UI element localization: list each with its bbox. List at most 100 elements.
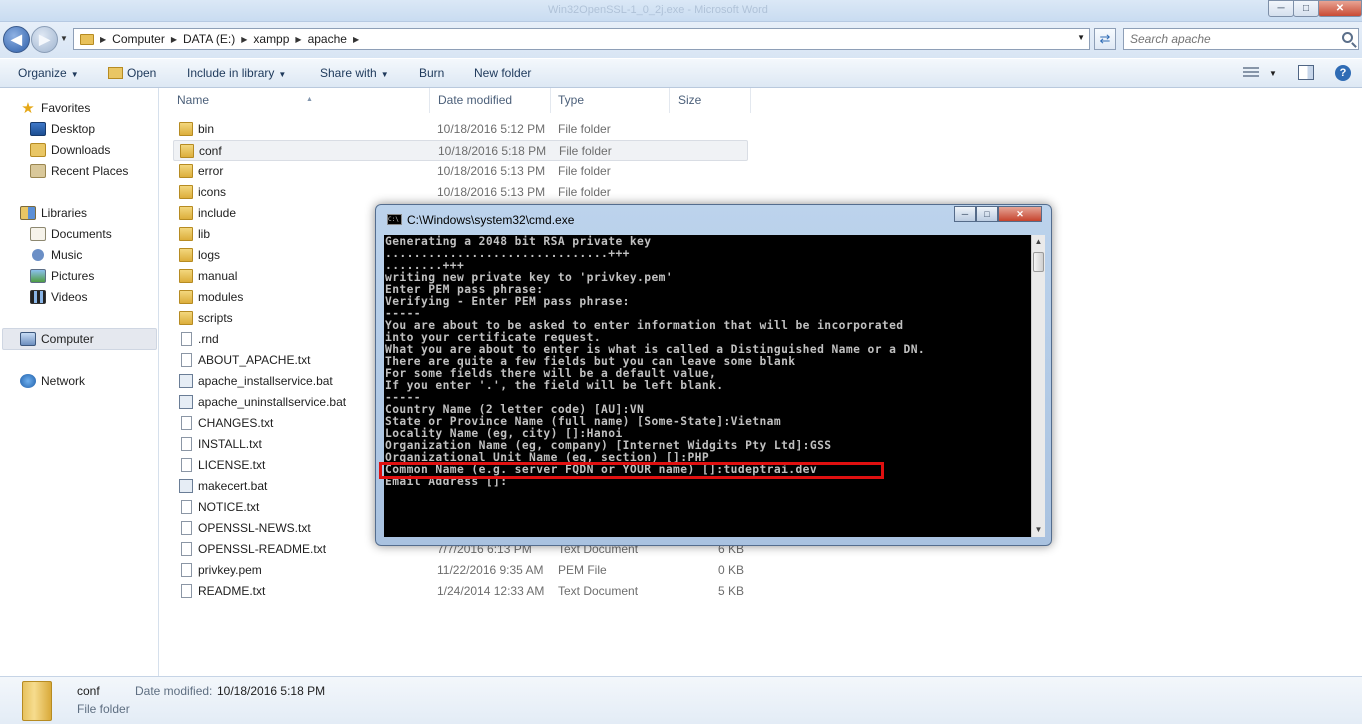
- refresh-button[interactable]: ⇄: [1094, 28, 1116, 50]
- details-type: File folder: [77, 702, 130, 716]
- batch-file-icon: [179, 479, 193, 493]
- folder-icon: [179, 122, 193, 136]
- views-icon[interactable]: [1243, 67, 1259, 79]
- file-name: logs: [198, 248, 221, 262]
- maximize-button[interactable]: □: [1293, 0, 1319, 17]
- chevron-right-icon[interactable]: ▶: [241, 35, 247, 44]
- file-row[interactable]: privkey.pem 11/22/2016 9:35 AM PEM File 0 K…: [173, 560, 748, 581]
- nav-music[interactable]: Music: [30, 244, 82, 265]
- file-row[interactable]: error 10/18/2016 5:13 PM File folder: [173, 161, 748, 182]
- folder-icon: [179, 227, 193, 241]
- file-name: CHANGES.txt: [198, 416, 274, 430]
- column-header-name[interactable]: Name ▲: [169, 88, 430, 113]
- file-date-modified: 10/18/2016 5:18 PM: [438, 144, 547, 158]
- search-input[interactable]: [1130, 32, 1330, 46]
- nav-libraries[interactable]: Libraries: [20, 202, 87, 223]
- navigation-pane: ★ Favorites Desktop Downloads Recent Plac…: [0, 88, 159, 676]
- nav-favorites[interactable]: ★ Favorites: [20, 97, 90, 118]
- open-button[interactable]: Open: [108, 66, 156, 80]
- computer-icon: [20, 331, 36, 346]
- forward-button[interactable]: ▶: [31, 26, 58, 53]
- search-box[interactable]: [1123, 28, 1359, 50]
- cmd-minimize-button[interactable]: ─: [954, 206, 976, 222]
- folder-icon: [80, 33, 94, 45]
- cmd-scrollbar[interactable]: ▲ ▼: [1031, 235, 1045, 537]
- cmd-console[interactable]: Generating a 2048 bit RSA private key...…: [384, 235, 1031, 537]
- chevron-down-icon: ▼: [380, 70, 389, 79]
- nav-videos[interactable]: Videos: [30, 286, 87, 307]
- file-type: File folder: [559, 144, 612, 158]
- scroll-up-icon[interactable]: ▲: [1032, 235, 1045, 249]
- chevron-right-icon[interactable]: ▶: [353, 35, 359, 44]
- scroll-down-icon[interactable]: ▼: [1032, 523, 1045, 537]
- libraries-icon: [20, 205, 36, 220]
- music-icon: [32, 248, 44, 261]
- command-bar: Organize ▼ Open Include in library ▼ Share…: [0, 58, 1362, 88]
- file-row[interactable]: README.txt 1/24/2014 12:33 AM Text Documen…: [173, 581, 748, 602]
- recent-pages-dropdown-icon[interactable]: ▼: [60, 34, 68, 43]
- search-icon[interactable]: [1342, 32, 1353, 43]
- breadcrumb-computer[interactable]: Computer: [112, 32, 165, 46]
- file-type: File folder: [558, 122, 611, 136]
- file-row[interactable]: bin 10/18/2016 5:12 PM File folder: [173, 119, 748, 140]
- file-date-modified: 10/18/2016 5:12 PM: [437, 122, 546, 136]
- chevron-right-icon[interactable]: ▶: [295, 35, 301, 44]
- nav-recent-places-label: Recent Places: [51, 163, 129, 178]
- file-name: README.txt: [198, 584, 266, 598]
- column-header-type[interactable]: Type: [550, 88, 670, 113]
- downloads-icon: [30, 142, 46, 157]
- file-name: OPENSSL-README.txt: [198, 542, 327, 556]
- include-in-library-menu[interactable]: Include in library ▼: [187, 66, 286, 80]
- file-name: scripts: [198, 311, 233, 325]
- cmd-line: ...............................+++: [385, 247, 630, 260]
- scroll-thumb[interactable]: [1033, 252, 1044, 272]
- nav-pictures[interactable]: Pictures: [30, 265, 94, 286]
- column-header-size[interactable]: Size: [670, 88, 751, 113]
- folder-icon: [179, 185, 193, 199]
- file-icon: [181, 437, 192, 451]
- burn-button[interactable]: Burn: [419, 66, 444, 80]
- file-row[interactable]: conf 10/18/2016 5:18 PM File folder: [173, 140, 748, 161]
- sort-ascending-icon: ▲: [306, 96, 313, 103]
- chevron-right-icon[interactable]: ▶: [171, 35, 177, 44]
- file-row[interactable]: icons 10/18/2016 5:13 PM File folder: [173, 182, 748, 203]
- cmd-line: If you enter '.', the field will be left…: [385, 379, 724, 392]
- back-button[interactable]: ◀: [3, 26, 30, 53]
- views-dropdown-icon[interactable]: ▼: [1269, 69, 1277, 78]
- nav-documents[interactable]: Documents: [30, 223, 112, 244]
- file-name: NOTICE.txt: [198, 500, 260, 514]
- cmd-close-button[interactable]: ✕: [998, 206, 1042, 222]
- details-date-label: Date modified:: [135, 684, 213, 698]
- address-history-dropdown-icon[interactable]: ▼: [1077, 33, 1085, 42]
- minimize-button[interactable]: ─: [1268, 0, 1294, 17]
- address-bar[interactable]: ▶ Computer ▶ DATA (E:) ▶ xampp ▶ apache …: [73, 28, 1090, 50]
- file-date-modified: 10/18/2016 5:13 PM: [437, 164, 546, 178]
- file-icon: [181, 332, 192, 346]
- breadcrumb-data-drive[interactable]: DATA (E:): [183, 32, 235, 46]
- breadcrumb-xampp[interactable]: xampp: [253, 32, 289, 46]
- share-with-menu[interactable]: Share with ▼: [320, 66, 389, 80]
- batch-file-icon: [179, 374, 193, 388]
- file-name: LICENSE.txt: [198, 458, 266, 472]
- chevron-right-icon[interactable]: ▶: [100, 35, 106, 44]
- nav-downloads[interactable]: Downloads: [30, 139, 110, 160]
- nav-recent-places[interactable]: Recent Places: [30, 160, 128, 181]
- organize-menu[interactable]: Organize ▼: [18, 66, 79, 80]
- nav-network[interactable]: Network: [20, 370, 85, 391]
- help-icon[interactable]: ?: [1335, 65, 1351, 81]
- cmd-window[interactable]: C:\ C:\Windows\system32\cmd.exe ─ □ ✕ Ge…: [375, 204, 1052, 546]
- nav-music-label: Music: [51, 247, 83, 262]
- breadcrumb-apache[interactable]: apache: [308, 32, 347, 46]
- preview-pane-icon[interactable]: [1298, 65, 1314, 80]
- nav-videos-label: Videos: [51, 289, 88, 304]
- new-folder-button[interactable]: New folder: [474, 66, 531, 80]
- close-button[interactable]: ✕: [1318, 0, 1362, 17]
- file-name: modules: [198, 290, 244, 304]
- cmd-maximize-button[interactable]: □: [976, 206, 998, 222]
- file-size: 0 KB: [717, 563, 744, 577]
- cmd-window-title: C:\Windows\system32\cmd.exe: [407, 213, 575, 227]
- cmd-line: Verifying - Enter PEM pass phrase:: [385, 295, 630, 308]
- column-header-date-modified[interactable]: Date modified: [430, 88, 551, 113]
- nav-computer[interactable]: Computer: [20, 328, 94, 349]
- nav-desktop[interactable]: Desktop: [30, 118, 95, 139]
